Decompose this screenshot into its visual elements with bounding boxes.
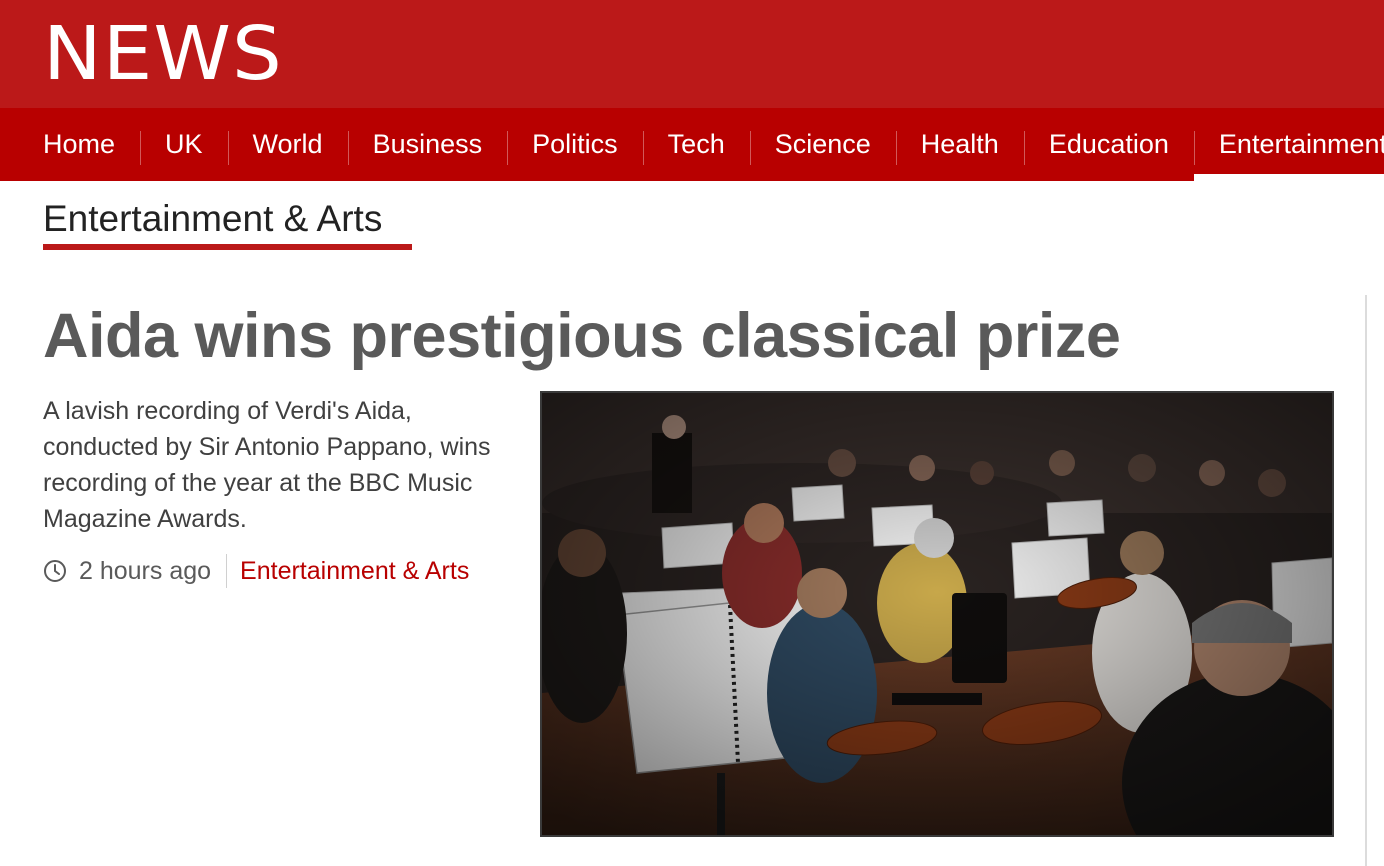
orchestra-illustration	[542, 393, 1332, 835]
masthead: NEWS	[0, 0, 1384, 108]
article-meta: 2 hours ago Entertainment & Arts	[43, 553, 469, 589]
article-section-link[interactable]: Entertainment & Arts	[240, 557, 469, 586]
nav-item-world[interactable]: World	[227, 108, 348, 181]
news-logo[interactable]: NEWS	[43, 14, 283, 94]
nav-item-education[interactable]: Education	[1023, 108, 1194, 181]
nav-item-home[interactable]: Home	[0, 108, 140, 181]
nav-item-health[interactable]: Health	[895, 108, 1024, 181]
column-divider	[1365, 295, 1367, 866]
nav-item-business[interactable]: Business	[347, 108, 508, 181]
article-headline[interactable]: Aida wins prestigious classical prize	[43, 300, 1121, 372]
nav-item-politics[interactable]: Politics	[507, 108, 643, 181]
main-navigation: Home UK World Business Politics Tech Sci…	[0, 108, 1384, 181]
meta-divider	[226, 554, 228, 588]
clock-icon	[44, 560, 66, 582]
nav-item-tech[interactable]: Tech	[642, 108, 750, 181]
nav-item-entertainment-arts[interactable]: Entertainment & Arts	[1193, 108, 1384, 181]
orchestra-photo[interactable]	[540, 391, 1334, 837]
section-title-link[interactable]: Entertainment & Arts	[43, 196, 382, 242]
article-summary: A lavish recording of Verdi's Aida, cond…	[43, 397, 491, 533]
nav-item-uk[interactable]: UK	[140, 108, 228, 181]
article-timestamp: 2 hours ago	[79, 556, 212, 585]
nav-item-science[interactable]: Science	[749, 108, 896, 181]
nav-list: Home UK World Business Politics Tech Sci…	[0, 108, 1384, 181]
section-underline	[43, 244, 412, 250]
